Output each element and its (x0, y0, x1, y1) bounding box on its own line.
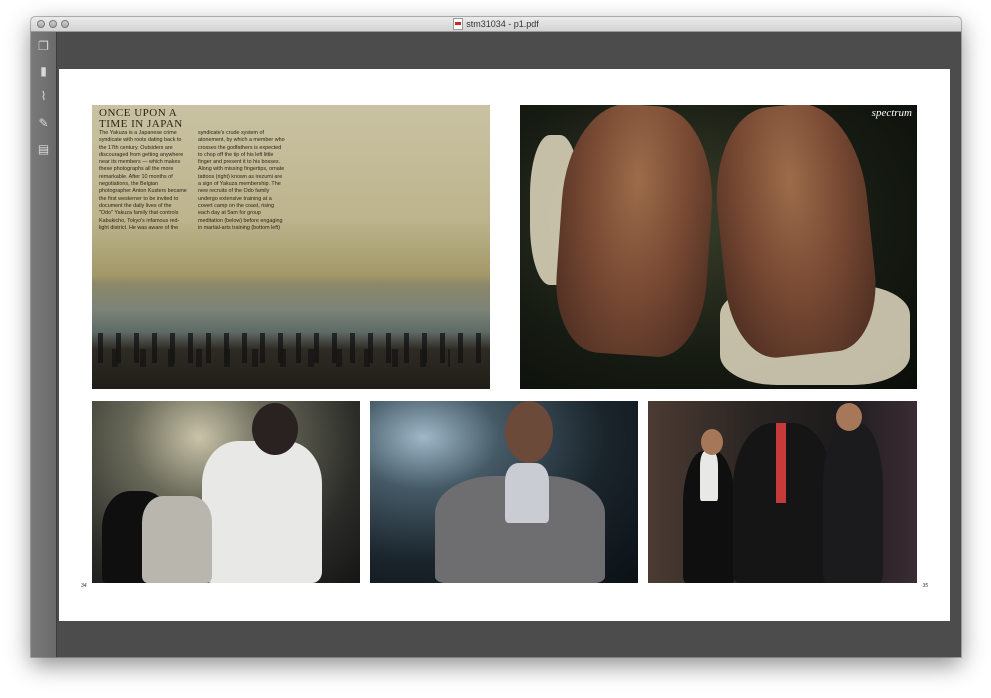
pdf-viewer-window: stm31034 - p1.pdf ❐ ▮ ⌇ ✎ ▤ ONCE UPON A … (31, 17, 961, 657)
attachment-icon[interactable]: ⌇ (37, 89, 50, 103)
window-title: stm31034 - p1.pdf (466, 19, 539, 29)
godfather-in-car-photo (370, 401, 638, 583)
article-column-1: The Yakuza is a Japanese crime syndicate… (99, 130, 187, 231)
title-bar: stm31034 - p1.pdf (31, 17, 961, 32)
pages-icon[interactable]: ❐ (37, 39, 50, 53)
red-tie (776, 423, 786, 503)
godfather-face (505, 401, 553, 463)
beach-meditation-photo: ONCE UPON A TIME IN JAPAN The Yakuza is … (92, 105, 490, 389)
signature-icon[interactable]: ✎ (37, 116, 50, 130)
yakuza-street-photo (648, 401, 917, 583)
heading-line-2: TIME IN JAPAN (99, 118, 183, 130)
document-area[interactable]: ONCE UPON A TIME IN JAPAN The Yakuza is … (57, 32, 961, 657)
article-heading: ONCE UPON A TIME IN JAPAN (99, 108, 183, 130)
trainee-figure (202, 441, 322, 583)
trainee-head (252, 403, 298, 455)
yakuza-member (823, 423, 883, 583)
yakuza-shirt (700, 451, 718, 501)
page-number-right: 35 (922, 583, 928, 589)
yakuza-face (836, 403, 862, 431)
yakuza-face (701, 429, 723, 455)
tattooed-hand-left (551, 105, 719, 360)
scrollbar-track[interactable] (950, 69, 961, 621)
magazine-spread-page: ONCE UPON A TIME IN JAPAN The Yakuza is … (59, 69, 950, 621)
martial-arts-training-photo (92, 401, 360, 583)
pdf-file-icon (453, 18, 464, 30)
tattooed-hands-photo: spectrum (520, 105, 917, 389)
page-number-left: 34 (81, 583, 87, 589)
bookmark-icon[interactable]: ▮ (37, 64, 50, 78)
security-icon[interactable]: ▤ (37, 142, 50, 156)
navigation-sidebar: ❐ ▮ ⌇ ✎ ▤ (31, 32, 57, 657)
background-figure (142, 496, 212, 583)
article-column-2: syndicate's crude system of atonement, b… (198, 130, 285, 231)
godfather-shirt (505, 463, 549, 523)
meditating-group-front (112, 349, 450, 367)
magazine-section-label: spectrum (871, 107, 912, 119)
